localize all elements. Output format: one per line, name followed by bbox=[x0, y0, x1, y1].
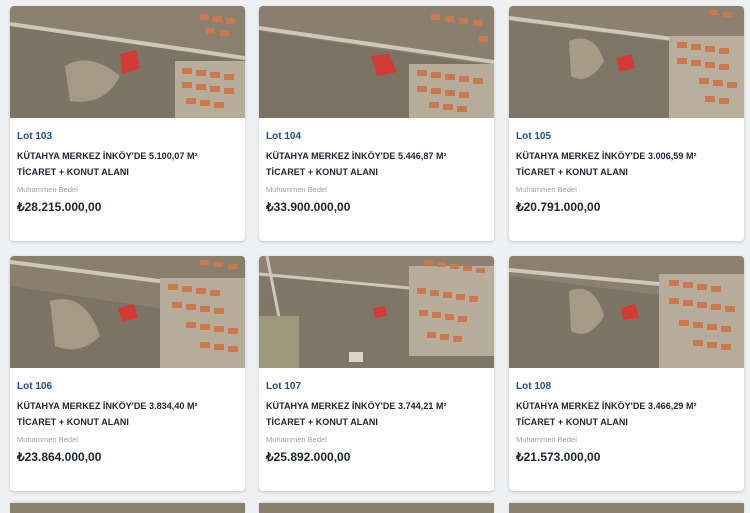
listing-card[interactable]: Lot 107 KÜTAHYA MERKEZ İNKÖY'DE 3.744,21… bbox=[259, 256, 494, 491]
listing-title[interactable]: KÜTAHYA MERKEZ İNKÖY'DE 3.744,21 M² TİCA… bbox=[266, 399, 488, 430]
listing-card[interactable]: Lot 103 KÜTAHYA MERKEZ İNKÖY'DE 5.100,07… bbox=[10, 6, 245, 241]
aerial-thumbnail-partial bbox=[10, 503, 245, 513]
price-value: ₺23.864.000,00 bbox=[17, 450, 102, 464]
price-value: ₺25.892.000,00 bbox=[266, 450, 351, 464]
lot-number[interactable]: Lot 108 bbox=[516, 381, 551, 392]
aerial-thumbnail[interactable] bbox=[10, 256, 245, 368]
listing-card-partial[interactable] bbox=[10, 503, 245, 513]
listing-card[interactable]: Lot 108 KÜTAHYA MERKEZ İNKÖY'DE 3.466,29… bbox=[509, 256, 744, 491]
aerial-thumbnail[interactable] bbox=[259, 256, 494, 368]
listing-grid: Lot 103 KÜTAHYA MERKEZ İNKÖY'DE 5.100,07… bbox=[0, 0, 750, 513]
aerial-thumbnail-partial bbox=[259, 503, 494, 513]
listing-card[interactable]: Lot 105 KÜTAHYA MERKEZ İNKÖY'DE 3.006,59… bbox=[509, 6, 744, 241]
aerial-thumbnail[interactable] bbox=[509, 6, 744, 118]
lot-number[interactable]: Lot 106 bbox=[17, 381, 52, 392]
lot-number[interactable]: Lot 107 bbox=[266, 381, 301, 392]
price-label: Muhammen Bedel bbox=[516, 435, 577, 444]
price-label: Muhammen Bedel bbox=[516, 185, 577, 194]
price-label: Muhammen Bedel bbox=[17, 185, 78, 194]
price-label: Muhammen Bedel bbox=[266, 185, 327, 194]
listing-title[interactable]: KÜTAHYA MERKEZ İNKÖY'DE 3.834,40 M² TİCA… bbox=[17, 399, 239, 430]
listing-title[interactable]: KÜTAHYA MERKEZ İNKÖY'DE 5.100,07 M² TİCA… bbox=[17, 149, 239, 180]
listing-card-partial[interactable] bbox=[509, 503, 744, 513]
listing-title[interactable]: KÜTAHYA MERKEZ İNKÖY'DE 3.466,29 M² TİCA… bbox=[516, 399, 738, 430]
price-value: ₺20.791.000,00 bbox=[516, 200, 601, 214]
aerial-thumbnail-partial bbox=[509, 503, 744, 513]
aerial-thumbnail[interactable] bbox=[509, 256, 744, 368]
listing-card[interactable]: Lot 104 KÜTAHYA MERKEZ İNKÖY'DE 5.446,87… bbox=[259, 6, 494, 241]
price-value: ₺28.215.000,00 bbox=[17, 200, 102, 214]
price-label: Muhammen Bedel bbox=[266, 435, 327, 444]
price-value: ₺21.573.000,00 bbox=[516, 450, 601, 464]
lot-number[interactable]: Lot 103 bbox=[17, 131, 52, 142]
price-label: Muhammen Bedel bbox=[17, 435, 78, 444]
aerial-thumbnail[interactable] bbox=[10, 6, 245, 118]
aerial-thumbnail[interactable] bbox=[259, 6, 494, 118]
lot-number[interactable]: Lot 105 bbox=[516, 131, 551, 142]
lot-number[interactable]: Lot 104 bbox=[266, 131, 301, 142]
listing-title[interactable]: KÜTAHYA MERKEZ İNKÖY'DE 3.006,59 M² TİCA… bbox=[516, 149, 738, 180]
price-value: ₺33.900.000,00 bbox=[266, 200, 351, 214]
listing-card-partial[interactable] bbox=[259, 503, 494, 513]
listing-card[interactable]: Lot 106 KÜTAHYA MERKEZ İNKÖY'DE 3.834,40… bbox=[10, 256, 245, 491]
listing-title[interactable]: KÜTAHYA MERKEZ İNKÖY'DE 5.446,87 M² TİCA… bbox=[266, 149, 488, 180]
